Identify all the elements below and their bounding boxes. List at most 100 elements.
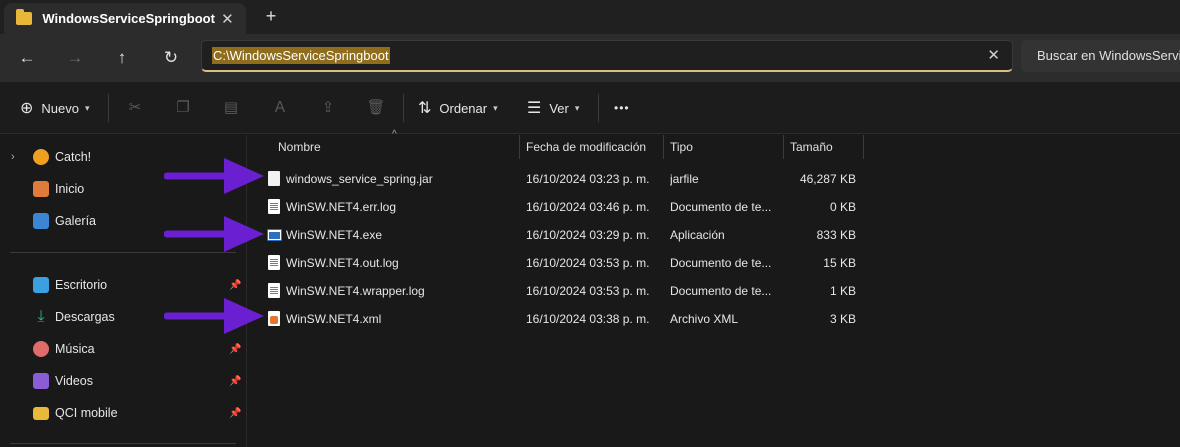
file-modified: 16/10/2024 03:53 p. m. [526, 256, 650, 270]
back-button[interactable]: ← [13, 44, 41, 72]
rename-icon[interactable]: Ａ [267, 96, 293, 120]
file-modified: 16/10/2024 03:46 p. m. [526, 200, 650, 214]
toolbar-divider [108, 94, 109, 122]
tab-title: WindowsServiceSpringboot [42, 11, 215, 26]
sort-icon: ⇅ [418, 100, 432, 117]
gallery-icon [33, 213, 49, 229]
up-button[interactable]: ↑ [108, 44, 136, 72]
new-button[interactable]: ⊕ Nuevo ▾ [20, 96, 90, 120]
pin-icon[interactable]: 📌 [229, 344, 241, 355]
column-header-modified[interactable]: Fecha de modificación [520, 135, 663, 159]
sidebar-item-label: QCI mobile [55, 406, 118, 420]
file-row[interactable]: WinSW.NET4.xml 16/10/2024 03:38 p. m. Ar… [247, 305, 867, 333]
sidebar-item-label: Catch! [55, 150, 92, 164]
forward-button[interactable]: → [61, 44, 89, 72]
cut-icon[interactable]: ✂ [122, 96, 148, 120]
search-input[interactable]: Buscar en WindowsService [1021, 40, 1180, 72]
sidebar-item-escritorio[interactable]: Escritorio 📌 [0, 271, 241, 299]
file-modified: 16/10/2024 03:38 p. m. [526, 312, 650, 326]
download-icon: ⤓ [37, 308, 45, 325]
music-icon [33, 341, 49, 357]
file-size: 46,287 KB [799, 172, 856, 186]
file-name: windows_service_spring.jar [286, 172, 433, 186]
xml-file-icon [268, 311, 280, 326]
pin-icon[interactable]: 📌 [229, 376, 241, 387]
column-header-size[interactable]: Tamaño [784, 135, 863, 159]
paste-icon[interactable]: ▤ [218, 96, 244, 120]
lightning-icon [33, 149, 49, 165]
sidebar-item-videos[interactable]: Videos 📌 [0, 367, 241, 395]
annotation-arrow-icon [164, 216, 264, 252]
file-row[interactable]: WinSW.NET4.err.log 16/10/2024 03:46 p. m… [247, 193, 867, 221]
chevron-down-icon: ▾ [84, 102, 90, 113]
navigation-bar: ← → ↑ ↻ C:\WindowsServiceSpringboot ✕ Bu… [0, 34, 1180, 82]
new-button-label: Nuevo [41, 100, 79, 116]
new-tab-button[interactable]: + [260, 5, 282, 27]
file-list: ^ Nombre Fecha de modificación Tipo Tama… [247, 129, 1180, 447]
file-row[interactable]: windows_service_spring.jar 16/10/2024 03… [247, 165, 867, 193]
sidebar-item-label: Videos [55, 374, 93, 388]
file-modified: 16/10/2024 03:29 p. m. [526, 228, 650, 242]
file-row[interactable]: WinSW.NET4.exe 16/10/2024 03:29 p. m. Ap… [247, 221, 867, 249]
toolbar-divider [403, 94, 404, 122]
file-type: Archivo XML [670, 312, 739, 326]
file-type: Documento de te... [670, 200, 772, 214]
file-modified: 16/10/2024 03:23 p. m. [526, 172, 650, 186]
chevron-down-icon: ▾ [574, 102, 580, 113]
annotation-arrow-icon [164, 298, 264, 334]
chevron-right-icon[interactable]: › [11, 151, 15, 163]
sidebar-item-label: Galería [55, 214, 96, 228]
column-header-name[interactable]: Nombre [272, 135, 520, 159]
sidebar-divider [10, 443, 236, 444]
desktop-icon [33, 277, 49, 293]
file-type: jarfile [670, 172, 699, 186]
application-icon [267, 229, 282, 241]
file-size: 15 KB [823, 256, 856, 270]
column-header-type[interactable]: Tipo [664, 135, 783, 159]
address-bar[interactable]: C:\WindowsServiceSpringboot ✕ [201, 40, 1013, 72]
annotation-arrow-icon [164, 158, 264, 194]
file-type: Documento de te... [670, 284, 772, 298]
delete-icon[interactable]: 🗑 [363, 96, 389, 120]
refresh-button[interactable]: ↻ [157, 44, 185, 72]
folder-icon [33, 406, 49, 420]
sidebar-item-musica[interactable]: Música 📌 [0, 335, 241, 363]
file-size: 1 KB [829, 284, 856, 298]
file-size: 0 KB [829, 200, 856, 214]
tab-close-button[interactable]: ✕ [215, 10, 240, 28]
sidebar-item-label: Inicio [55, 182, 85, 196]
text-file-icon [268, 283, 280, 298]
view-button[interactable]: ☰ Ver ▾ [527, 96, 579, 120]
file-name: WinSW.NET4.exe [286, 228, 383, 242]
plus-circle-icon: ⊕ [20, 100, 34, 117]
file-name: WinSW.NET4.wrapper.log [286, 284, 425, 298]
file-row[interactable]: WinSW.NET4.out.log 16/10/2024 03:53 p. m… [247, 249, 867, 277]
pin-icon[interactable]: 📌 [229, 280, 241, 291]
sidebar-item-qci-mobile[interactable]: QCI mobile 📌 [0, 399, 241, 427]
column-divider[interactable] [863, 135, 864, 159]
more-options-button[interactable]: ••• [614, 96, 630, 120]
sidebar-item-label: Descargas [55, 310, 115, 324]
sort-button[interactable]: ⇅ Ordenar ▾ [418, 96, 498, 120]
file-name: WinSW.NET4.err.log [286, 200, 397, 214]
text-file-icon [268, 199, 280, 214]
file-name: WinSW.NET4.xml [286, 312, 382, 326]
tab-windowsservicespringboot[interactable]: WindowsServiceSpringboot ✕ [4, 3, 246, 34]
file-row[interactable]: WinSW.NET4.wrapper.log 16/10/2024 03:53 … [247, 277, 867, 305]
home-icon [33, 181, 49, 197]
view-list-icon: ☰ [527, 100, 542, 117]
share-icon[interactable]: ⇪ [315, 96, 341, 120]
copy-icon[interactable]: ❐ [170, 96, 196, 120]
address-clear-button[interactable]: ✕ [987, 46, 1000, 64]
command-bar: ⊕ Nuevo ▾ ✂ ❐ ▤ Ａ ⇪ 🗑 ⇅ Ordenar ▾ ☰ Ver … [0, 82, 1180, 134]
sort-button-label: Ordenar [439, 100, 488, 116]
title-bar: WindowsServiceSpringboot ✕ + [0, 0, 1180, 34]
folder-icon [16, 9, 33, 25]
file-type: Documento de te... [670, 256, 772, 270]
pin-icon[interactable]: 📌 [229, 408, 241, 419]
file-name: WinSW.NET4.out.log [286, 256, 399, 270]
address-path[interactable]: C:\WindowsServiceSpringboot [212, 47, 390, 64]
file-type: Aplicación [670, 228, 725, 242]
video-icon [33, 373, 49, 389]
toolbar-divider [598, 94, 599, 122]
